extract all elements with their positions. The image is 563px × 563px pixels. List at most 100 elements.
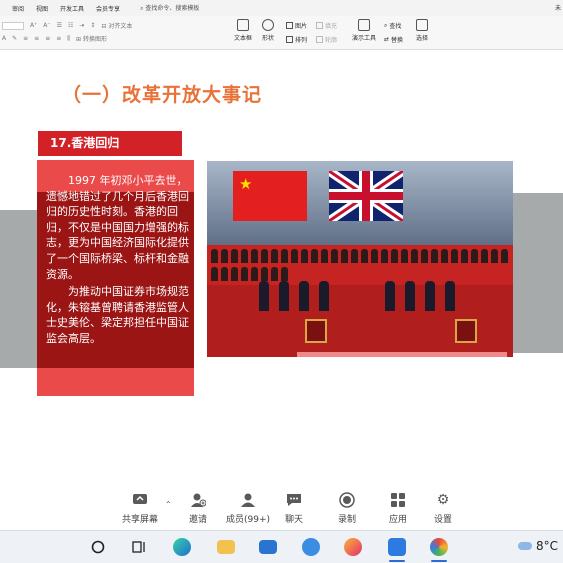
command-search-text: 查找命令、搜索模板 (145, 5, 200, 12)
outline-icon (316, 36, 323, 43)
settings-label: 设置 (433, 515, 452, 525)
section-badge[interactable]: 17.香港回归 (38, 131, 182, 156)
apps-label: 应用 (388, 515, 407, 525)
file-explorer-icon[interactable] (214, 535, 238, 559)
dignitary (405, 281, 415, 311)
align-center-icon[interactable]: ≡ (34, 35, 39, 42)
fill-icon (316, 22, 323, 29)
meeting-toolbar: 共享屏幕 ⌃ 邀请 成员(99+) 聊天 录制 应用 ⚙ 设置 (0, 482, 563, 530)
picture-icon (286, 22, 293, 29)
flag-star-icon: ★ (239, 175, 253, 193)
textbox-button[interactable]: 文本框 (234, 19, 252, 47)
highlight-icon[interactable]: ✎ (12, 35, 17, 42)
weather-widget[interactable]: 8°C (518, 539, 558, 553)
arrange-button[interactable]: 排列 (286, 35, 307, 44)
members-icon (240, 492, 256, 508)
grow-font-icon[interactable]: A⁺ (30, 22, 37, 29)
invite-button[interactable]: 邀请 (176, 492, 220, 525)
screen-share-overlay-right (513, 193, 563, 353)
menu-developer[interactable]: 开发工具 (60, 4, 84, 13)
align-left-icon[interactable]: ≡ (23, 35, 28, 42)
account-label[interactable]: 未 (555, 3, 561, 12)
align-right-icon[interactable]: ≡ (45, 35, 50, 42)
royal-emblem (455, 319, 477, 343)
share-screen-button[interactable]: 共享屏幕 (118, 492, 162, 525)
apps-icon (390, 492, 406, 508)
share-screen-label: 共享屏幕 (121, 515, 158, 525)
outline-button[interactable]: 轮廓 (316, 35, 337, 44)
settings-button[interactable]: ⚙ 设置 (421, 492, 465, 525)
edge-icon[interactable] (170, 535, 194, 559)
temperature-label: 8°C (536, 539, 559, 553)
line-spacing-icon[interactable]: ↕ (90, 22, 95, 29)
chat-label: 聊天 (284, 515, 303, 525)
format-controls: A⁺ A⁻ ☰ ☷ ⇥ ↕ ⊟ 对齐文本 A ✎ ≡ ≡ ≡ ≡ ⫼ ⊞ 转换图… (2, 19, 232, 47)
mail-icon[interactable] (256, 535, 280, 559)
screen: 审阅 视图 开发工具 会员专享 ⌕ 查找命令、搜索模板 未 A⁺ A⁻ ☰ ☷ … (0, 0, 563, 563)
menu-view[interactable]: 视图 (36, 4, 48, 13)
select-button[interactable]: 选择 (416, 19, 428, 47)
align-text-button[interactable]: ⊟ 对齐文本 (101, 21, 132, 30)
indent-icon[interactable]: ⇥ (79, 22, 84, 29)
replace-button[interactable]: ⇄ 替换 (384, 35, 403, 44)
firefox-icon[interactable] (341, 535, 365, 559)
paint-icon[interactable] (427, 535, 451, 562)
dignitary (279, 281, 289, 311)
selection-highlight (297, 352, 507, 357)
record-icon (339, 492, 355, 508)
select-icon (416, 19, 428, 31)
presentation-tools-button[interactable]: 演示工具 (352, 19, 376, 47)
font-color-icon[interactable]: A (2, 35, 6, 42)
find-button[interactable]: ⌕ 查找 (384, 21, 402, 31)
dignitary (385, 281, 395, 311)
columns-icon[interactable]: ⫼ (67, 35, 70, 43)
shape-button[interactable]: 形状 (262, 19, 274, 47)
members-label: 成员(99+) (225, 515, 271, 525)
chat-icon (286, 492, 302, 508)
numbering-icon[interactable]: ☷ (68, 22, 73, 29)
dignitary (319, 281, 329, 311)
settings-icon: ⚙ (436, 492, 450, 508)
textbox-label: 文本框 (234, 35, 253, 42)
dignitary (425, 281, 435, 311)
browser-icon[interactable] (299, 535, 323, 559)
select-label: 选择 (416, 35, 429, 42)
shrink-font-icon[interactable]: A⁻ (43, 22, 50, 29)
dignitary (299, 281, 309, 311)
font-size-box[interactable] (2, 21, 24, 30)
menu-review[interactable]: 审阅 (12, 4, 24, 13)
menu-member[interactable]: 会员专享 (96, 4, 120, 13)
members-button[interactable]: 成员(99+) (224, 492, 272, 525)
slide-title[interactable]: （一）改革开放大事记 (62, 80, 262, 107)
chat-button[interactable]: 聊天 (272, 492, 316, 525)
replace-icon: ⇄ (384, 36, 390, 43)
justify-icon[interactable]: ≡ (56, 35, 61, 42)
picture-button[interactable]: 图片 (286, 21, 307, 30)
convert-smartart-label: 转换图形 (82, 36, 107, 43)
presentation-tools-icon (358, 19, 370, 31)
chevron-up-icon[interactable]: ⌃ (165, 500, 172, 509)
presentation-tools-label: 演示工具 (352, 35, 377, 42)
start-icon[interactable] (86, 535, 110, 559)
record-button[interactable]: 录制 (325, 492, 369, 525)
apps-button[interactable]: 应用 (376, 492, 420, 525)
dignitary (259, 281, 269, 311)
convert-smartart-button[interactable]: ⊞ 转换图形 (76, 34, 107, 43)
replace-label: 替换 (391, 37, 404, 44)
fill-button[interactable]: 填充 (316, 21, 337, 30)
task-view-icon[interactable] (128, 535, 152, 559)
shape-label: 形状 (262, 35, 275, 42)
picture-label: 图片 (295, 23, 308, 30)
handover-ceremony-photo[interactable]: ★ (207, 161, 513, 357)
find-label: 查找 (389, 23, 402, 30)
invite-label: 邀请 (188, 515, 207, 525)
paragraph-1: 1997 年初邓小平去世，遗憾地错过了几个月后香港回归的历史性时刻。香港的回归，… (46, 174, 189, 281)
meeting-app-icon[interactable] (385, 535, 409, 562)
bullets-icon[interactable]: ☰ (57, 22, 62, 29)
body-text[interactable]: 1997 年初邓小平去世，遗憾地错过了几个月后香港回归的历史性时刻。香港的回归，… (46, 173, 196, 347)
shape-icon (262, 19, 274, 31)
cloud-icon (518, 542, 532, 550)
invite-icon (190, 492, 206, 508)
command-search[interactable]: ⌕ 查找命令、搜索模板 (140, 3, 199, 13)
fill-label: 填充 (325, 23, 338, 30)
